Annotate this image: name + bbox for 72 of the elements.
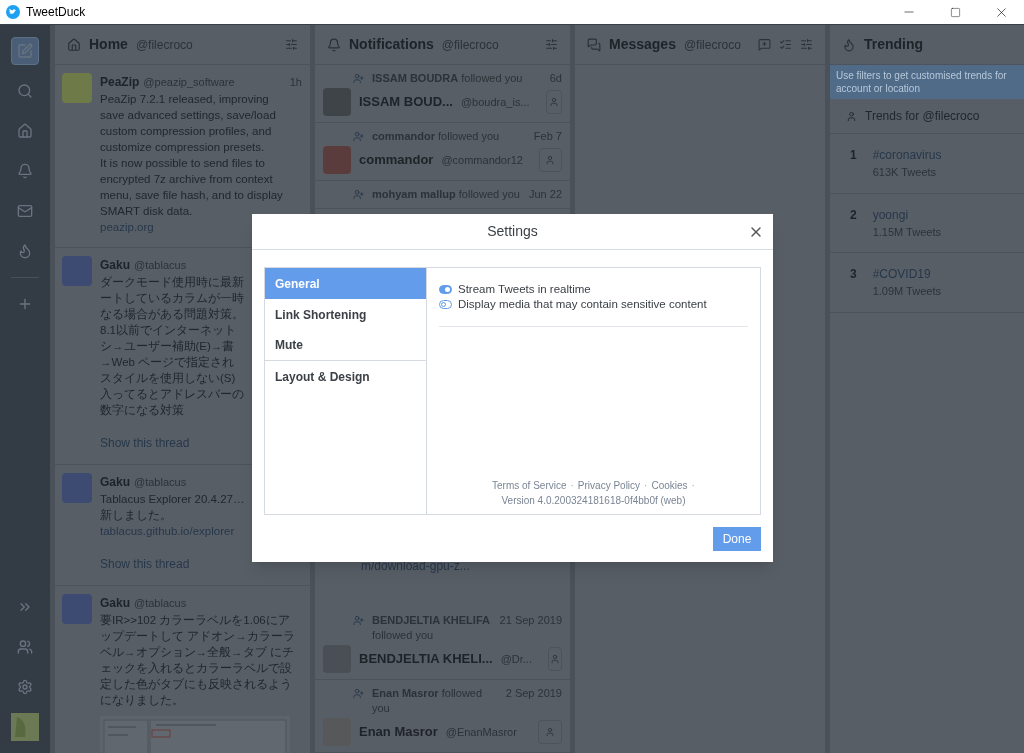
column-icon (327, 37, 341, 52)
banner-text: Use filters to get customised trends for (836, 69, 1007, 82)
user-icon (545, 155, 556, 165)
column-icon (842, 37, 856, 52)
user-icon (550, 654, 560, 664)
trends-location[interactable]: Trends for @filecroco (865, 107, 980, 125)
trend-rank: 1 (850, 147, 857, 164)
author-name: Gaku (100, 257, 130, 274)
option-label: Display media that may contain sensitive content (458, 296, 707, 312)
column-title: Messages (609, 35, 676, 54)
avatar[interactable] (62, 594, 92, 624)
footer-link[interactable]: Cookies (651, 478, 688, 493)
tweet-text: encrypted 7z archive from context (100, 172, 273, 187)
avatar[interactable] (62, 73, 92, 103)
user-icon (548, 97, 559, 107)
user-name: ISSAM BOUD... (359, 93, 453, 112)
user-name: Enan Masror (359, 723, 438, 742)
follow-button[interactable] (547, 647, 562, 671)
follow-icon (353, 189, 364, 200)
follow-button[interactable] (538, 720, 562, 744)
profile-avatar[interactable] (11, 713, 39, 741)
banner-text: account or location (836, 82, 920, 95)
column-icon (587, 37, 601, 52)
avatar[interactable] (323, 146, 351, 174)
separator-dot: · (644, 479, 648, 493)
compose-icon[interactable] (11, 37, 39, 65)
follow-button[interactable] (545, 90, 562, 114)
follow-icon (353, 688, 364, 699)
version-text: Version 4.0.200324181618-0f4bb0f (web) (500, 494, 687, 508)
author-name: PeaZip (100, 74, 140, 91)
trend-rank: 2 (850, 206, 857, 224)
tweet-text: custom compression profiles, and (100, 124, 272, 139)
column-title: Notifications (349, 35, 434, 54)
toggle-switch[interactable] (439, 285, 452, 294)
user-name: BENDJELTIA KHELI... (359, 650, 493, 669)
filter-icon[interactable] (800, 38, 813, 51)
follow-button[interactable] (538, 148, 562, 172)
dialog-title: Settings (487, 222, 538, 241)
toggle-switch[interactable] (439, 300, 452, 309)
footer-link[interactable]: Privacy Policy (577, 478, 641, 493)
settings-tab[interactable]: General (265, 268, 426, 299)
separator-dot: · (691, 479, 695, 493)
column-icon (67, 37, 81, 52)
avatar[interactable] (62, 256, 92, 286)
tweet-text: PeaZip 7.2.1 released, improving (100, 92, 269, 107)
column-title: Trending (864, 35, 924, 54)
follow-icon (353, 131, 364, 142)
user-name: commandor (359, 151, 434, 170)
user-icon (545, 727, 555, 737)
author-name: Gaku (100, 595, 130, 612)
done-button[interactable]: Done (713, 526, 761, 551)
window-title: TweetDuck (26, 4, 86, 21)
avatar[interactable] (323, 88, 351, 116)
filter-icon[interactable] (285, 38, 298, 51)
author-name: Gaku (100, 474, 130, 491)
new-message-icon[interactable] (758, 38, 771, 51)
separator-dot: · (570, 479, 574, 493)
column-title: Home (89, 35, 128, 54)
footer-link[interactable]: Terms of Service (492, 478, 567, 493)
trend-rank: 3 (850, 266, 857, 283)
follow-icon (353, 615, 364, 626)
tweet-text: Tablacus Explorer 20.4.27… (100, 492, 245, 507)
follow-icon (353, 73, 364, 84)
option-label: Stream Tweets in realtime (458, 281, 591, 297)
app-logo-icon (6, 5, 20, 19)
user-icon (846, 110, 857, 122)
avatar[interactable] (62, 473, 92, 503)
maximize-icon (949, 6, 961, 18)
tweet-text: customize compression presets. (100, 140, 265, 155)
mark-read-icon[interactable] (779, 38, 792, 51)
filter-icon[interactable] (545, 38, 558, 51)
tweet-text: save advanced settings, save/load (100, 108, 276, 123)
